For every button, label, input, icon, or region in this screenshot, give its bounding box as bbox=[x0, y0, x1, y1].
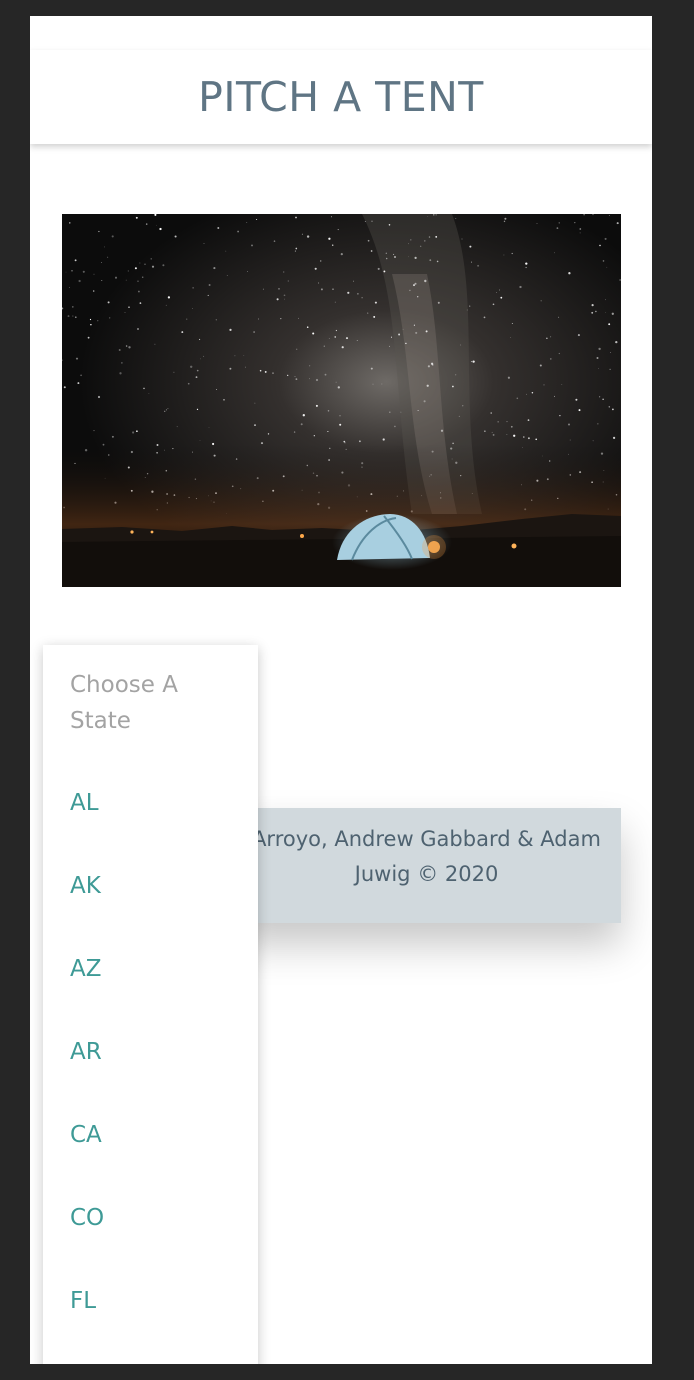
state-option-ar[interactable]: AR bbox=[70, 1034, 102, 1070]
state-option-fl[interactable]: FL bbox=[70, 1283, 96, 1319]
site-header: PITCH A TENT bbox=[30, 50, 652, 144]
state-option-ak[interactable]: AK bbox=[70, 868, 101, 904]
footer-credits: Arroyo, Andrew Gabbard & Adam Juwig © 20… bbox=[232, 808, 621, 923]
state-option-al[interactable]: AL bbox=[70, 785, 99, 821]
footer-credits-line2: Juwig © 2020 bbox=[354, 862, 499, 886]
page-content: PITCH A TENT Arroyo, Andrew Gabbard & Ad… bbox=[30, 16, 652, 1364]
state-option-az[interactable]: AZ bbox=[70, 951, 102, 987]
state-option-co[interactable]: CO bbox=[70, 1200, 104, 1236]
site-title: PITCH A TENT bbox=[198, 73, 484, 121]
state-option-ca[interactable]: CA bbox=[70, 1117, 102, 1153]
footer-credits-line1: Arroyo, Andrew Gabbard & Adam bbox=[252, 827, 601, 851]
state-dropdown-menu[interactable]: Choose A State AL AK AZ AR CA CO FL bbox=[43, 645, 258, 1364]
hero-image bbox=[62, 214, 621, 587]
state-dropdown-placeholder: Choose A State bbox=[70, 672, 178, 734]
